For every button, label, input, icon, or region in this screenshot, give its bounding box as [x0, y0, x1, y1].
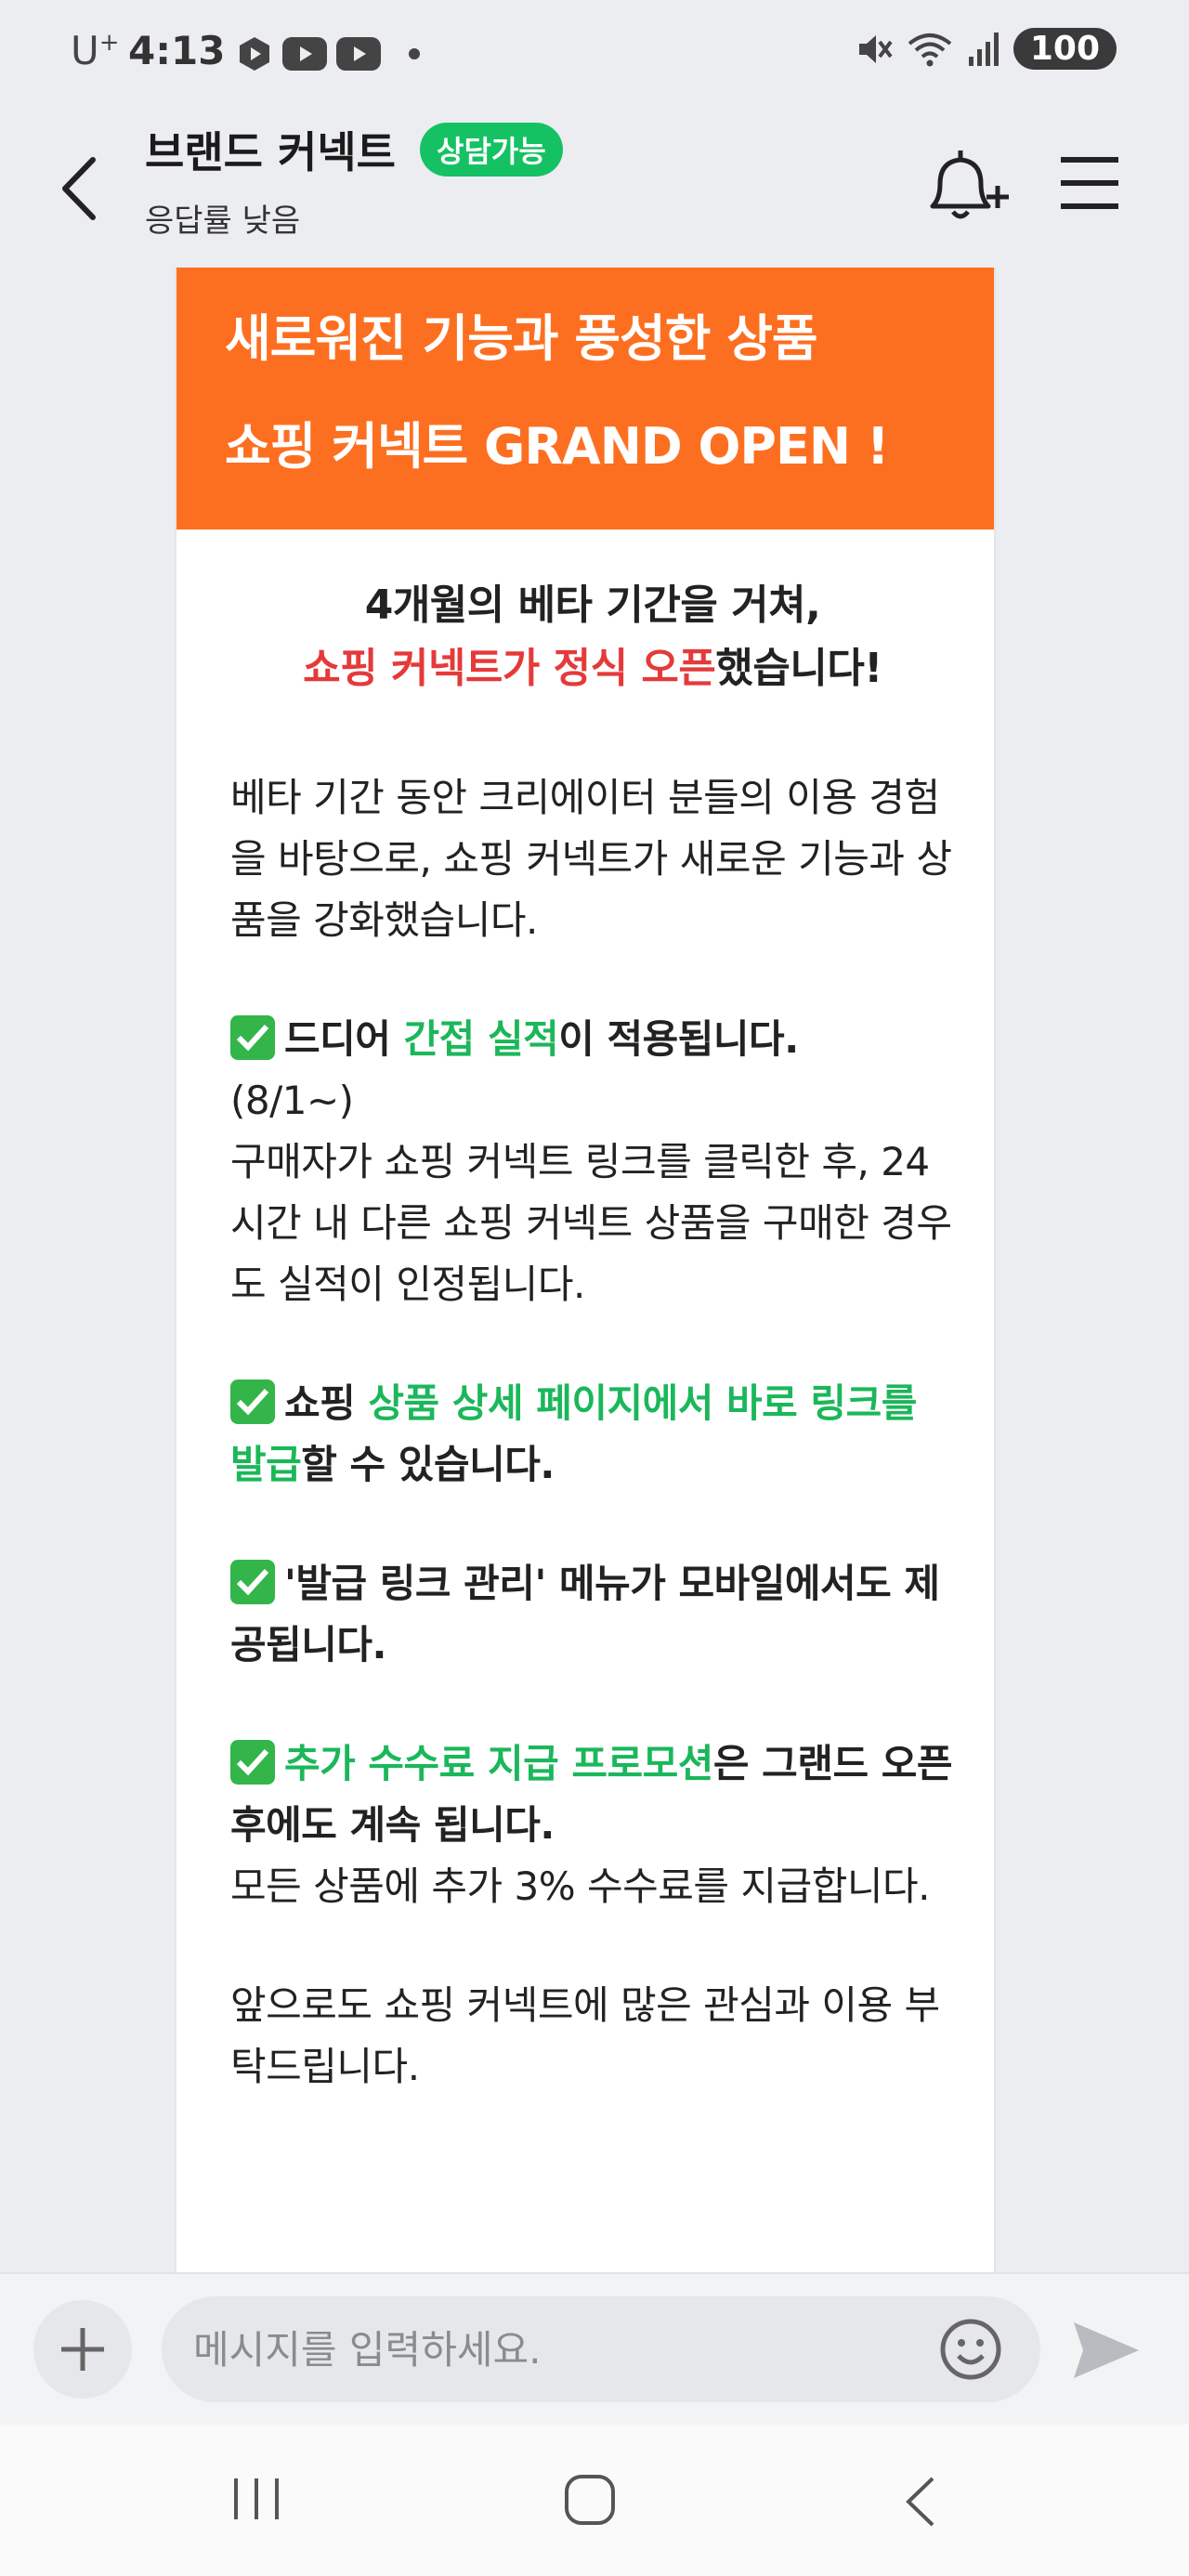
- message-body: 4개월의 베타 기간을 거쳐, 쇼핑 커넥트가 정식 오픈했습니다! 베타 기간…: [230, 574, 964, 2155]
- status-system-icons: 100: [856, 28, 1117, 70]
- battery-icon: 100: [1013, 28, 1117, 70]
- item4-desc: 모든 상품에 추가 3% 수수료를 지급합니다.: [230, 1863, 930, 1909]
- feature-item-promotion: 추가 수수료 지급 프로모션은 그랜드 오픈 후에도 계속 됩니다. 모든 상품…: [230, 1733, 964, 1917]
- message-input[interactable]: [162, 2296, 1040, 2402]
- status-notification-icons: [236, 35, 420, 72]
- banner-title-line1: 새로워진 기능과 풍성한 상품: [225, 309, 818, 368]
- item1-highlight: 간접 실적: [403, 1016, 559, 1062]
- feature-item-link-issue: 쇼핑 상품 상세 페이지에서 바로 링크를 발급할 수 있습니다.: [230, 1373, 964, 1496]
- message-card: 새로워진 기능과 풍성한 상품 쇼핑 커넥트 GRAND OPEN ! 4개월의…: [175, 268, 996, 2272]
- play-app-icon: [240, 37, 269, 71]
- home-icon[interactable]: [561, 2471, 619, 2529]
- item2-pre: 쇼핑: [284, 1380, 369, 1426]
- checkmark-icon: [230, 1560, 275, 1604]
- back-icon[interactable]: [52, 147, 108, 230]
- feature-item-indirect-performance: 드디어 간접 실적이 적용됩니다. (8/1~) 구매자가 쇼핑 커넥트 링크를…: [230, 1009, 964, 1315]
- intro-line1: 4개월의 베타 기간을 거쳐,: [364, 582, 821, 629]
- item1-pre: 드디어: [284, 1016, 404, 1062]
- wifi-icon: [908, 33, 952, 66]
- intro-highlight: 쇼핑 커넥트가 정식 오픈: [303, 645, 716, 692]
- plus-icon: [61, 2328, 104, 2371]
- chat-area[interactable]: 새로워진 기능과 풍성한 상품 쇼핑 커넥트 GRAND OPEN ! 4개월의…: [0, 268, 1189, 2272]
- chat-header: 브랜드 커넥트 상담가능 응답률 낮음: [0, 110, 1189, 269]
- checkmark-icon: [230, 1380, 275, 1424]
- carrier-label: U+: [71, 28, 120, 73]
- feature-item-link-menu: '발급 링크 관리' 메뉴가 모바일에서도 제공됩니다.: [230, 1553, 964, 1676]
- intro-rest: 했습니다!: [715, 645, 882, 692]
- mute-icon: [858, 34, 893, 63]
- status-badge: 상담가능: [420, 123, 563, 177]
- checkmark-icon: [230, 1740, 275, 1785]
- recent-apps-icon[interactable]: [229, 2473, 284, 2525]
- youtube-icon: [282, 37, 327, 71]
- intro-heading: 4개월의 베타 기간을 거쳐, 쇼핑 커넥트가 정식 오픈했습니다!: [221, 574, 964, 700]
- chat-title[interactable]: 브랜드 커넥트: [145, 119, 396, 180]
- signal-icon: [968, 32, 999, 66]
- intro-paragraph: 베타 기간 동안 크리에이터 분들의 이용 경험을 바탕으로, 쇼핑 커넥트가 …: [230, 775, 952, 943]
- response-rate-label: 응답률 낮음: [145, 203, 301, 240]
- item4-highlight: 추가 수수료 지급 프로모션: [284, 1741, 713, 1786]
- checkmark-icon: [230, 1015, 275, 1060]
- status-time: 4:13: [128, 28, 226, 73]
- youtube-icon: [336, 37, 381, 71]
- banner-title-line2: 쇼핑 커넥트 GRAND OPEN !: [225, 417, 890, 476]
- bell-plus-icon[interactable]: [920, 145, 1013, 229]
- item3-text: '발급 링크 관리' 메뉴가 모바일에서도 제공됩니다.: [230, 1561, 940, 1667]
- emoji-icon[interactable]: [938, 2317, 1003, 2382]
- item2-post: 할 수 있습니다.: [301, 1442, 555, 1487]
- status-bar: U+ 4:13 100: [0, 0, 1189, 110]
- message-input-bar: [0, 2272, 1189, 2426]
- closing-paragraph: 앞으로도 쇼핑 커넥트에 많은 관심과 이용 부탁드립니다.: [230, 1982, 940, 2089]
- item1-post: 이 적용됩니다.: [558, 1016, 799, 1062]
- system-nav-bar: [0, 2425, 1189, 2576]
- send-icon[interactable]: [1068, 2315, 1143, 2386]
- back-nav-icon[interactable]: [897, 2473, 944, 2530]
- item1-desc: 구매자가 쇼핑 커넥트 링크를 클릭한 후, 24시간 내 다른 쇼핑 커넥트 …: [230, 1139, 952, 1307]
- message-banner: 새로워진 기능과 풍성한 상품 쇼핑 커넥트 GRAND OPEN !: [176, 268, 994, 530]
- notification-dot: [409, 48, 420, 59]
- item1-date: (8/1~): [230, 1078, 354, 1123]
- attach-button[interactable]: [33, 2300, 132, 2399]
- intro-line2: 쇼핑 커넥트가 정식 오픈했습니다!: [221, 637, 964, 700]
- menu-icon[interactable]: [1057, 150, 1122, 216]
